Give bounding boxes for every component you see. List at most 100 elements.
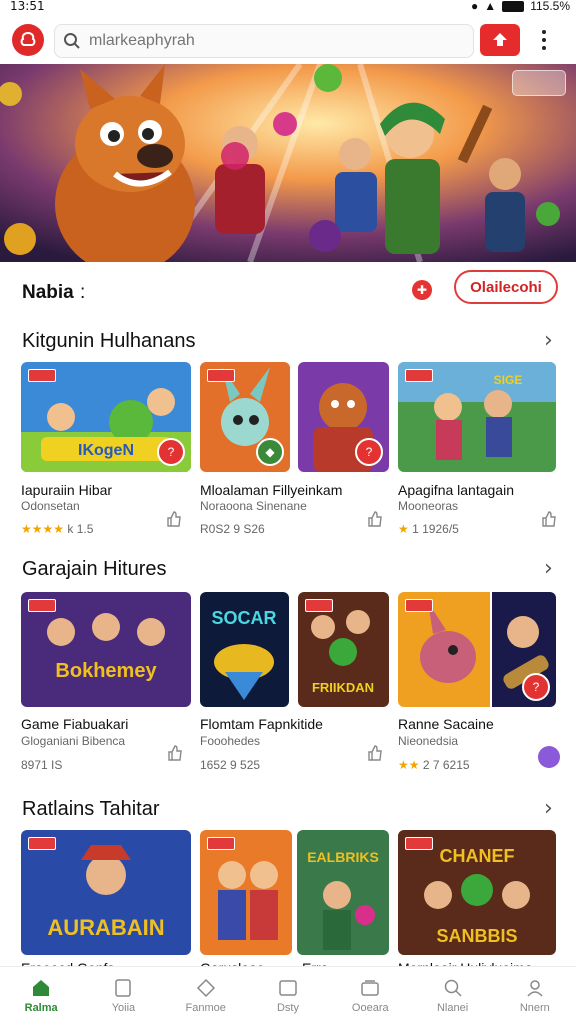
promo-icon[interactable]: ✚ xyxy=(412,280,432,300)
svg-text:CHANEF: CHANEF xyxy=(440,846,515,866)
search-input[interactable] xyxy=(87,31,451,51)
game-subtitle: Nieonedsia xyxy=(398,734,459,748)
search-icon xyxy=(64,33,80,49)
like-icon[interactable] xyxy=(366,744,384,762)
filter-pill-button[interactable]: Olailecohi xyxy=(454,270,558,304)
bottom-navigation: Ralma Yoiia Fanmoe Dsty Ooeara Nlanei Nn… xyxy=(0,966,576,1025)
profile-icon xyxy=(527,980,543,997)
tag-badge xyxy=(405,599,433,612)
game-meta: k 1.5 xyxy=(67,522,94,536)
section-more-chevron-icon[interactable]: › xyxy=(544,556,553,581)
like-icon[interactable] xyxy=(540,510,558,528)
status-icons: ● ▲ 115.5% xyxy=(471,0,570,13)
section-title: Kitgunin Hulhanans xyxy=(22,330,196,352)
tag-badge xyxy=(207,837,235,850)
games-icon xyxy=(115,979,132,997)
nav-label: Yoiia xyxy=(111,1002,136,1014)
tag-badge xyxy=(207,369,235,382)
svg-text:IKogeN: IKogeN xyxy=(78,442,134,459)
game-title: Mloalaman Fillyeinkam xyxy=(200,482,343,498)
game-thumbnail: ? xyxy=(298,362,389,472)
nav-item-categories[interactable]: Fanmoe xyxy=(165,967,247,1025)
rating-stars: ★ xyxy=(398,522,409,536)
rating-stars: ★★★★ xyxy=(21,522,65,536)
game-rating: ★ 1 1926/5 xyxy=(398,522,459,536)
nav-item-search[interactable]: Nlanei xyxy=(411,967,493,1025)
game-thumbnail: AURABAIN xyxy=(21,830,191,955)
game-title: Game Fiabuakari xyxy=(21,716,129,732)
svg-text:FRIIKDAN: FRIIKDAN xyxy=(312,680,374,695)
notification-icon: ● xyxy=(471,0,479,13)
nav-label: Nnern xyxy=(519,1002,550,1014)
game-thumbnail: SIGE xyxy=(398,362,556,472)
game-subtitle: Fooohedes xyxy=(200,734,261,748)
nav-label: Fanmoe xyxy=(185,1002,226,1014)
nav-label: Nlanei xyxy=(436,1002,469,1014)
svg-text:SANBBIS: SANBBIS xyxy=(436,926,517,946)
game-title: Ranne Sacaine xyxy=(398,716,494,732)
like-icon[interactable] xyxy=(366,510,384,528)
game-badge-icon: ? xyxy=(157,438,185,466)
diamond-icon xyxy=(196,978,215,998)
nav-item-library[interactable]: Ooeara xyxy=(329,967,411,1025)
game-title: Iapuraiin Hibar xyxy=(21,482,113,498)
app-logo-button[interactable] xyxy=(12,24,44,56)
app-logo-icon xyxy=(20,31,36,46)
nav-item-daily[interactable]: Dsty xyxy=(247,967,329,1025)
hero-banner[interactable] xyxy=(0,64,576,262)
tag-badge xyxy=(305,599,333,612)
nav-label: Dsty xyxy=(276,1002,299,1014)
section-title: Garajain Hitures xyxy=(22,558,167,580)
hero-badge xyxy=(512,70,566,96)
library-icon xyxy=(361,980,380,996)
more-dot-icon xyxy=(542,30,546,34)
hero-banner-art xyxy=(0,64,576,262)
filter-label: Nabia xyxy=(22,282,74,303)
game-badge-icon: ◆ xyxy=(256,438,284,466)
top-bar xyxy=(0,18,576,64)
filter-colon: : xyxy=(80,282,86,303)
section-more-chevron-icon[interactable]: › xyxy=(544,328,553,353)
game-rating: ★★★★ k 1.5 xyxy=(21,522,93,536)
rating-stars: ★★ xyxy=(398,758,420,772)
like-icon[interactable] xyxy=(166,744,184,762)
status-time: 13:51 xyxy=(10,0,45,13)
game-badge-icon: ? xyxy=(522,673,550,701)
calendar-icon xyxy=(279,980,297,996)
avatar-icon[interactable] xyxy=(538,746,560,768)
more-menu-button[interactable] xyxy=(534,26,554,54)
nav-item-games[interactable]: Yoiia xyxy=(82,967,164,1025)
game-meta: 1 1926/5 xyxy=(412,522,459,536)
game-meta: 2 7 6215 xyxy=(422,758,470,772)
tag-badge xyxy=(405,837,433,850)
game-meta: R0S2 9 S26 xyxy=(200,522,265,536)
svg-text:SOCAR: SOCAR xyxy=(211,608,276,628)
game-thumbnail: SOCAR xyxy=(200,592,289,707)
game-title: Flomtam Fapnkitide xyxy=(200,716,323,732)
search-bar[interactable] xyxy=(54,24,474,58)
game-title: Apagifna lantagain xyxy=(398,482,514,498)
section-title: Ratlains Tahitar xyxy=(22,798,160,820)
search-icon xyxy=(444,979,462,997)
like-icon[interactable] xyxy=(165,510,183,528)
star-badge-icon xyxy=(493,33,507,46)
game-meta: 8971 IS xyxy=(21,758,63,772)
game-thumbnail xyxy=(200,830,292,955)
tag-badge xyxy=(28,837,56,850)
game-thumbnail: FRIIKDAN xyxy=(298,592,389,707)
game-subtitle: Noraoona Sinenane xyxy=(200,499,307,513)
game-thumbnail: ◆ xyxy=(200,362,290,472)
svg-text:SIGE: SIGE xyxy=(494,373,523,387)
game-thumbnail: ? xyxy=(398,592,556,707)
nav-item-profile[interactable]: Nnern xyxy=(494,967,576,1025)
svg-text:Bokhemey: Bokhemey xyxy=(55,660,157,682)
battery-icon xyxy=(502,0,525,12)
tag-badge xyxy=(405,369,433,382)
nav-label: Ralma xyxy=(24,1002,58,1014)
nav-item-home[interactable]: Ralma xyxy=(0,967,82,1025)
game-subtitle: Mooneoras xyxy=(398,499,459,513)
filter-row: Nabia : ✚ Olailecohi xyxy=(0,270,576,314)
featured-button[interactable] xyxy=(480,24,520,56)
game-thumbnail: CHANEF SANBBIS xyxy=(398,830,556,955)
section-more-chevron-icon[interactable]: › xyxy=(544,796,553,821)
